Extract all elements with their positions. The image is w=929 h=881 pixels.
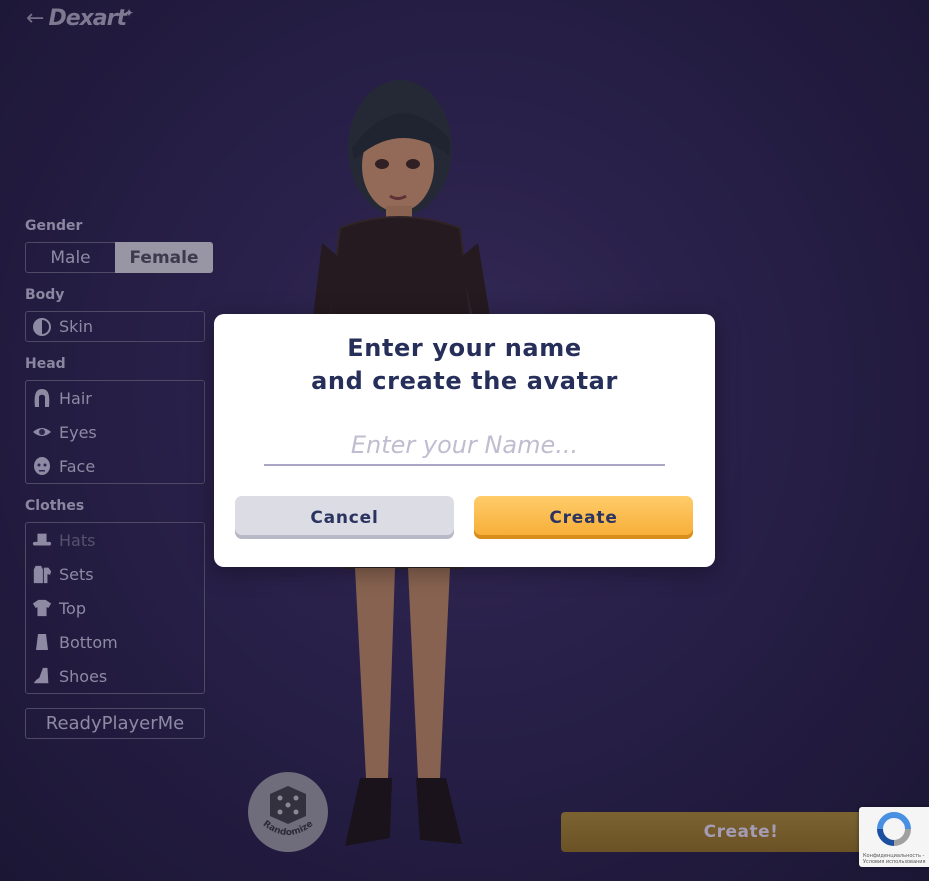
- avatar-options-panel: Gender Male Female Body Skin Head Hair E…: [25, 218, 215, 739]
- clothes-options: Hats Sets Top Bottom Shoes: [25, 522, 205, 694]
- eye-icon: [32, 422, 52, 442]
- header: ← Dexart✦: [26, 6, 134, 31]
- hat-icon: [32, 530, 52, 550]
- create-button[interactable]: Create: [474, 496, 693, 539]
- randomize-button[interactable]: Randomize: [248, 772, 328, 852]
- skin-option[interactable]: Skin: [26, 312, 204, 341]
- hair-icon: [32, 388, 52, 408]
- recaptcha-icon: [877, 812, 911, 846]
- hair-option[interactable]: Hair: [26, 381, 204, 415]
- dexart-logo[interactable]: Dexart✦: [48, 6, 134, 31]
- body-options: Skin: [25, 311, 205, 342]
- outfit-set-icon: [32, 564, 52, 584]
- gender-toggle: Male Female: [25, 242, 215, 273]
- recaptcha-terms[interactable]: Конфиденциальность - Условия использован…: [863, 853, 927, 865]
- head-label: Head: [25, 356, 66, 372]
- half-circle-icon: [32, 317, 52, 337]
- dice-icon: Randomize: [261, 786, 315, 838]
- bottom-option[interactable]: Bottom: [26, 625, 204, 659]
- name-input[interactable]: [264, 426, 665, 466]
- shoes-option[interactable]: Shoes: [26, 659, 204, 693]
- dialog-title-line2: and create the avatar: [311, 367, 618, 395]
- body-label: Body: [25, 287, 65, 303]
- sets-option[interactable]: Sets: [26, 557, 204, 591]
- gender-label: Gender: [25, 218, 83, 234]
- shoes-label: Shoes: [59, 666, 108, 686]
- hair-label: Hair: [59, 388, 92, 408]
- arrow-left-icon[interactable]: ←: [26, 7, 44, 30]
- skirt-icon: [32, 632, 52, 652]
- top-option[interactable]: Top: [26, 591, 204, 625]
- face-label: Face: [59, 456, 96, 476]
- sets-label: Sets: [59, 564, 94, 584]
- heel-shoe-icon: [32, 666, 52, 686]
- name-dialog: Enter your name and create the avatar Ca…: [214, 314, 715, 567]
- eyes-label: Eyes: [59, 422, 97, 442]
- recaptcha-badge[interactable]: Конфиденциальность - Условия использован…: [859, 807, 929, 867]
- dialog-title-line1: Enter your name: [347, 334, 582, 362]
- cancel-button[interactable]: Cancel: [235, 496, 454, 539]
- face-icon: [32, 456, 52, 476]
- hats-label: Hats: [59, 530, 96, 550]
- hats-option[interactable]: Hats: [26, 523, 204, 557]
- readyplayerme-button[interactable]: ReadyPlayerMe: [25, 708, 205, 739]
- eyes-option[interactable]: Eyes: [26, 415, 204, 449]
- gender-female-button[interactable]: Female: [115, 242, 213, 273]
- top-label: Top: [59, 598, 86, 618]
- tshirt-icon: [32, 598, 52, 618]
- bottom-label: Bottom: [59, 632, 118, 652]
- face-option[interactable]: Face: [26, 449, 204, 483]
- skin-label: Skin: [59, 317, 94, 336]
- gender-male-button[interactable]: Male: [25, 242, 115, 273]
- dialog-title: Enter your name and create the avatar: [214, 332, 715, 398]
- clothes-label: Clothes: [25, 498, 85, 514]
- head-options: Hair Eyes Face: [25, 380, 205, 484]
